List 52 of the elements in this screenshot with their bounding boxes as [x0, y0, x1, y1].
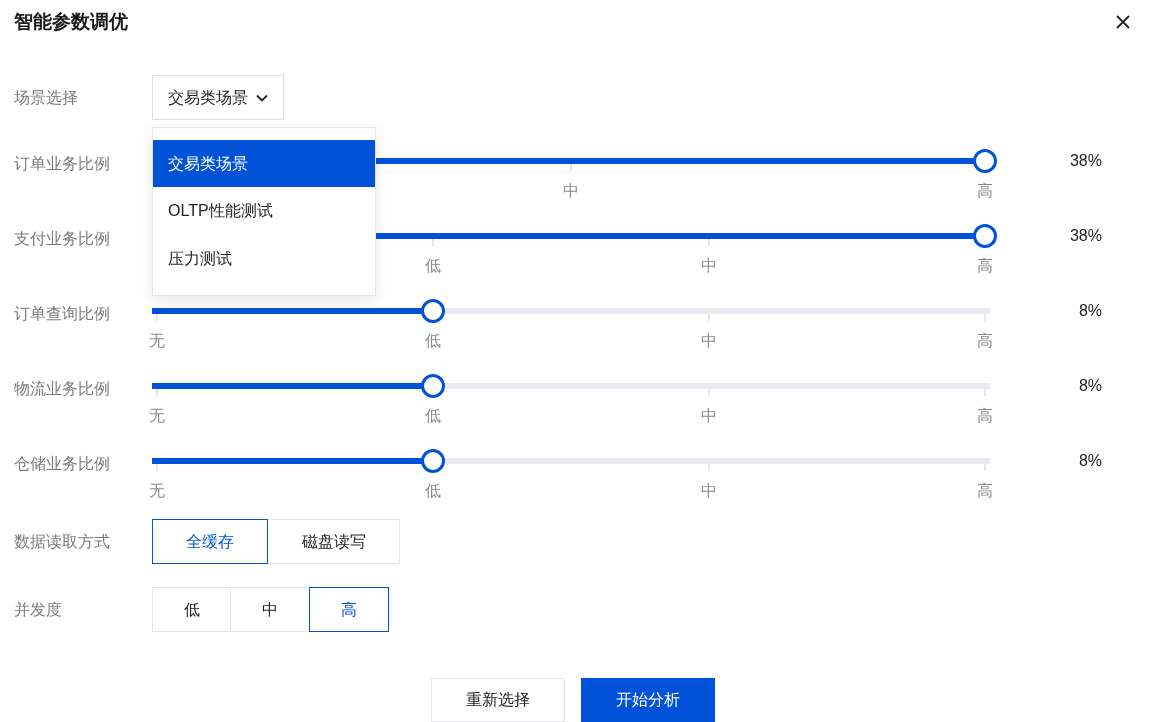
tick-label: 中	[563, 181, 579, 201]
option-button[interactable]: 低	[152, 587, 231, 632]
field-label: 订单业务比例	[14, 154, 111, 174]
percent-value: 8%	[1077, 451, 1102, 471]
tick-label: 高	[977, 331, 993, 351]
tick-label: 中	[701, 331, 717, 351]
percent-value: 38%	[1068, 151, 1102, 171]
tick-label: 低	[425, 256, 441, 276]
field-label: 数据读取方式	[14, 531, 111, 552]
option-button[interactable]: 磁盘读写	[267, 519, 400, 564]
field-label: 支付业务比例	[14, 229, 111, 249]
tick-label: 高	[977, 181, 993, 201]
chevron-icon	[256, 93, 268, 102]
tick-label: 高	[977, 256, 993, 276]
reset-button[interactable]: 重新选择	[431, 678, 565, 722]
option-button[interactable]: 全缓存	[152, 519, 268, 564]
close-icon[interactable]	[1116, 15, 1130, 29]
percent-value: 8%	[1077, 376, 1102, 396]
tick-label: 中	[701, 406, 717, 426]
tick-label: 低	[425, 406, 441, 426]
tick-label: 中	[701, 256, 717, 276]
slider-thumb[interactable]	[973, 149, 997, 173]
field-label: 订单查询比例	[14, 304, 111, 324]
option-button[interactable]: 中	[230, 587, 310, 632]
slider-track[interactable]	[152, 308, 990, 314]
option-button[interactable]: 高	[309, 587, 389, 632]
slider-thumb[interactable]	[420, 449, 445, 473]
field-label: 物流业务比例	[14, 379, 111, 399]
dropdown-option[interactable]: OLTP性能测试	[153, 187, 375, 235]
dropdown-option[interactable]: 交易类场景	[153, 140, 375, 187]
tick-label: 高	[977, 406, 993, 426]
tick-label: 低	[425, 331, 441, 351]
slider-thumb[interactable]	[973, 224, 997, 248]
dropdown-option[interactable]: 压力测试	[153, 235, 375, 283]
scene-select[interactable]: 交易类场景	[152, 75, 284, 120]
slider-thumb[interactable]	[420, 374, 445, 398]
slider-track[interactable]	[152, 383, 990, 389]
tick-label: 无	[149, 481, 165, 501]
field-label: 并发度	[14, 599, 63, 620]
percent-value: 38%	[1068, 226, 1102, 246]
tick-label: 无	[149, 406, 165, 426]
start-button[interactable]: 开始分析	[581, 678, 715, 722]
field-label: 场景选择	[14, 87, 79, 108]
tick-label: 中	[701, 481, 717, 501]
tick-label: 低	[425, 481, 441, 501]
percent-value: 8%	[1077, 301, 1102, 321]
dialog-title: 智能参数调优	[14, 9, 128, 34]
slider-thumb[interactable]	[420, 299, 445, 323]
slider-track[interactable]	[152, 458, 990, 464]
tick-label: 高	[977, 481, 993, 501]
tick-label: 无	[149, 331, 165, 351]
field-label: 仓储业务比例	[14, 454, 111, 474]
